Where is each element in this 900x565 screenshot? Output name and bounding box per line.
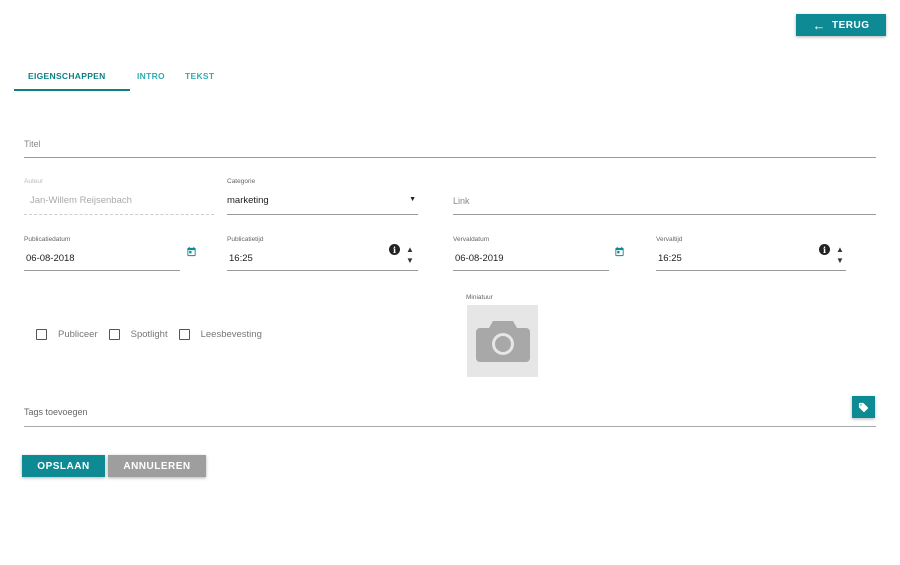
read-confirmation-checkbox[interactable]: Leesbevesting bbox=[178, 329, 262, 340]
thumbnail-upload[interactable] bbox=[467, 305, 538, 377]
info-icon[interactable]: i bbox=[819, 244, 830, 255]
expire-date-input[interactable]: Vervaldatum 06-08-2019 bbox=[453, 236, 609, 272]
checkbox-box[interactable] bbox=[108, 329, 120, 340]
back-button-label: TERUG bbox=[832, 19, 870, 31]
title-input[interactable]: Titel bbox=[24, 136, 876, 158]
tab-tekst[interactable]: TEKST bbox=[185, 62, 235, 91]
stepper-up-icon[interactable]: ▲ bbox=[406, 244, 414, 255]
expire-time-input[interactable]: Vervaltijd 16:25 bbox=[656, 236, 846, 272]
link-input[interactable]: Link bbox=[453, 194, 876, 216]
category-select[interactable]: Categorie marketing ▼ bbox=[227, 178, 418, 216]
publish-date-underline bbox=[24, 270, 180, 271]
link-placeholder: Link bbox=[453, 196, 470, 206]
arrow-left-icon: ← bbox=[812, 17, 826, 33]
publish-checkbox-label: Publiceer bbox=[58, 329, 98, 340]
category-value: marketing bbox=[227, 195, 269, 206]
author-underline bbox=[24, 214, 214, 215]
author-label: Auteur bbox=[24, 178, 44, 185]
expire-time-value: 16:25 bbox=[658, 253, 682, 264]
stepper-down-icon[interactable]: ▼ bbox=[836, 255, 844, 266]
save-button[interactable]: OPSLAAN bbox=[22, 455, 105, 477]
expire-time-label: Vervaltijd bbox=[656, 236, 683, 243]
tab-eigenschappen[interactable]: EIGENSCHAPPEN bbox=[14, 62, 130, 91]
title-placeholder: Titel bbox=[24, 139, 41, 149]
time-stepper[interactable]: ▲ ▼ bbox=[836, 244, 844, 268]
title-underline bbox=[24, 157, 876, 158]
thumbnail-label: Miniatuur bbox=[466, 294, 493, 301]
camera-icon bbox=[475, 321, 530, 362]
checkbox-group: Publiceer Spotlight Leesbevesting bbox=[36, 329, 273, 340]
stepper-up-icon[interactable]: ▲ bbox=[836, 244, 844, 255]
checkbox-box[interactable] bbox=[178, 329, 190, 340]
calendar-icon[interactable] bbox=[186, 246, 197, 257]
tab-bar: EIGENSCHAPPEN INTRO TEKST bbox=[14, 62, 235, 92]
tags-placeholder: Tags toevoegen bbox=[24, 407, 88, 417]
publish-date-input[interactable]: Publicatiedatum 06-08-2018 bbox=[24, 236, 180, 272]
expire-date-value: 06-08-2019 bbox=[455, 253, 504, 264]
category-label: Categorie bbox=[227, 178, 256, 185]
dropdown-caret-icon: ▼ bbox=[409, 196, 416, 203]
expire-date-label: Vervaldatum bbox=[453, 236, 490, 243]
info-icon[interactable]: i bbox=[389, 244, 400, 255]
spotlight-checkbox[interactable]: Spotlight bbox=[108, 329, 168, 340]
author-field: Auteur Jan-Willem Reijsenbach bbox=[24, 178, 214, 216]
checkbox-box[interactable] bbox=[36, 329, 47, 340]
cancel-button[interactable]: ANNULEREN bbox=[108, 455, 206, 477]
tags-underline bbox=[24, 426, 876, 427]
tags-input[interactable]: Tags toevoegen bbox=[24, 404, 876, 428]
back-button[interactable]: ← TERUG bbox=[796, 14, 886, 36]
tag-icon bbox=[858, 402, 869, 412]
publish-checkbox[interactable]: Publiceer bbox=[36, 329, 98, 340]
publish-time-value: 16:25 bbox=[229, 253, 253, 264]
add-tag-button[interactable] bbox=[852, 396, 875, 418]
publish-time-label: Publicatietijd bbox=[227, 236, 264, 243]
stepper-down-icon[interactable]: ▼ bbox=[406, 255, 414, 266]
publish-date-value: 06-08-2018 bbox=[26, 253, 75, 264]
category-underline bbox=[227, 214, 418, 215]
publish-time-input[interactable]: Publicatietijd 16:25 bbox=[227, 236, 418, 272]
tab-intro[interactable]: INTRO bbox=[137, 62, 185, 91]
spotlight-checkbox-label: Spotlight bbox=[130, 329, 168, 340]
link-underline bbox=[453, 214, 876, 215]
read-confirmation-checkbox-label: Leesbevesting bbox=[200, 329, 262, 340]
calendar-icon[interactable] bbox=[614, 246, 625, 257]
publish-date-label: Publicatiedatum bbox=[24, 236, 71, 243]
author-value: Jan-Willem Reijsenbach bbox=[30, 195, 132, 206]
time-stepper[interactable]: ▲ ▼ bbox=[406, 244, 414, 268]
expire-time-underline bbox=[656, 270, 846, 271]
expire-date-underline bbox=[453, 270, 609, 271]
publish-time-underline bbox=[227, 270, 418, 271]
